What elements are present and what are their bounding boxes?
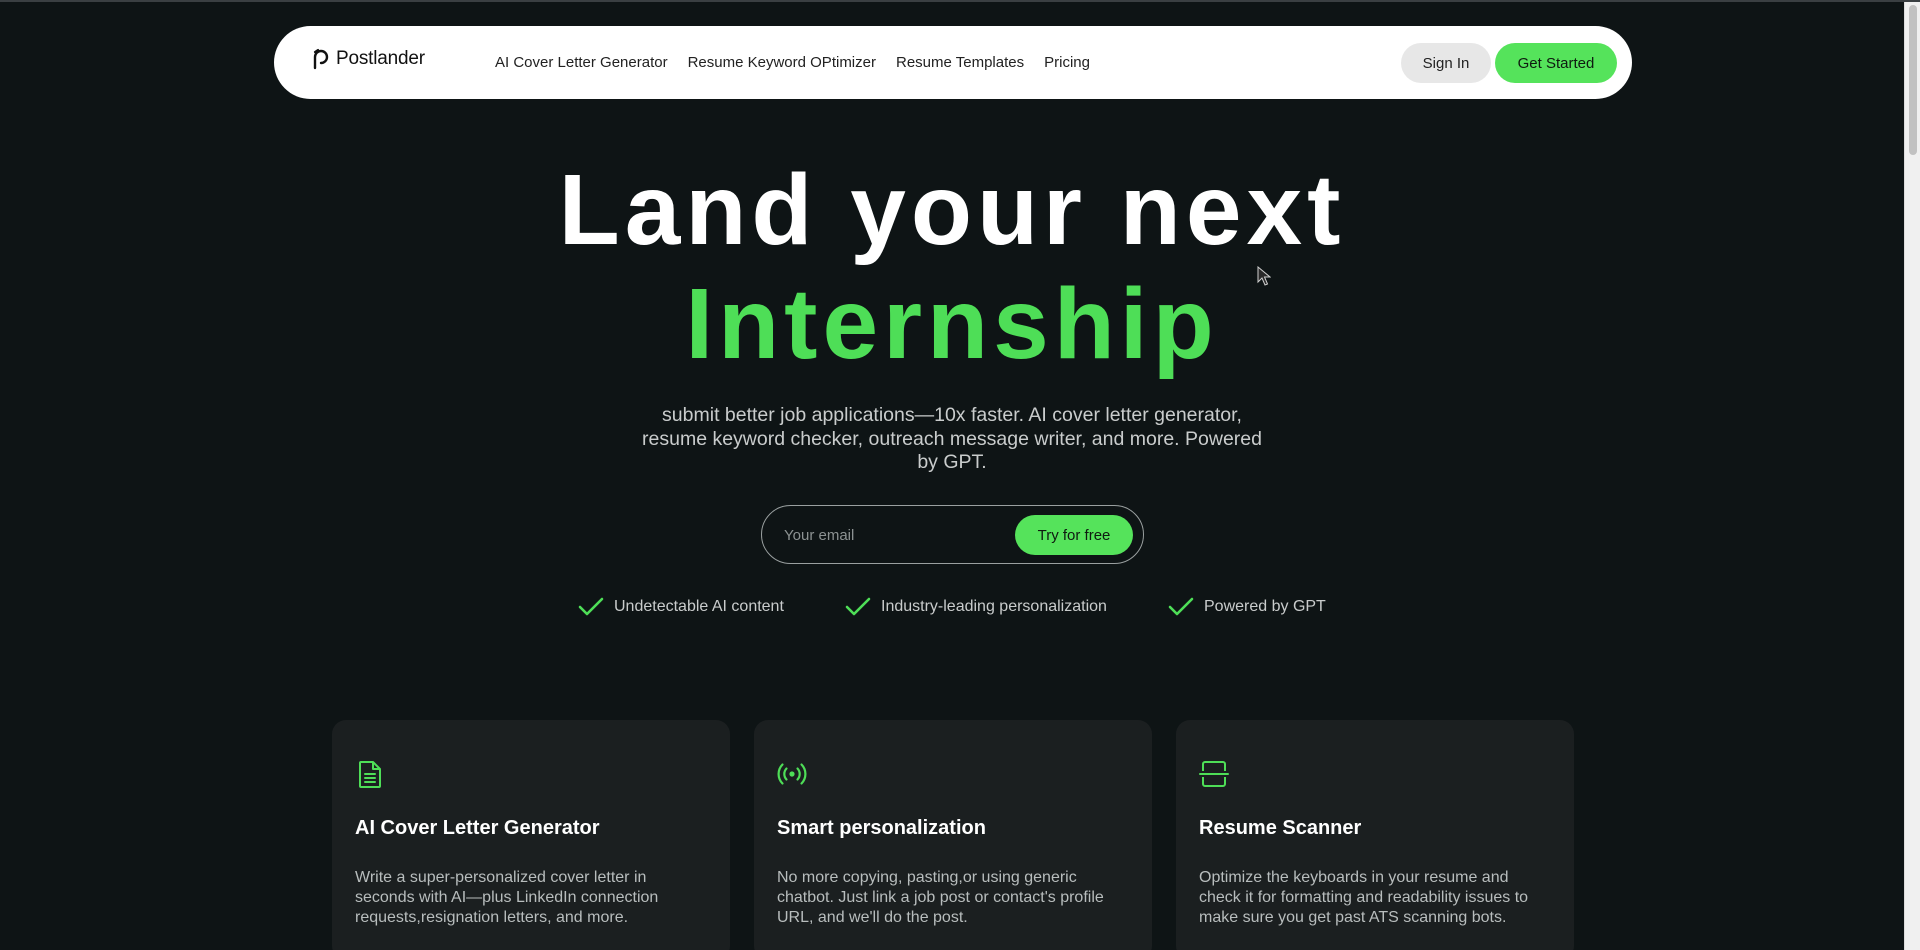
- card-description: Optimize the keyboards in your resume an…: [1199, 869, 1529, 926]
- scrollbar-thumb[interactable]: [1909, 5, 1917, 155]
- try-for-free-button[interactable]: Try for free: [1015, 515, 1133, 555]
- feature-checklist: Undetectable AI content Industry-leading…: [0, 596, 1920, 620]
- card-title: Resume Scanner: [1199, 817, 1362, 839]
- feature-label: Powered by GPT: [1204, 598, 1326, 615]
- sign-in-button[interactable]: Sign In: [1401, 43, 1491, 83]
- feature-label: Industry-leading personalization: [881, 598, 1107, 615]
- card-title: AI Cover Letter Generator: [355, 817, 600, 839]
- email-signup-form: Try for free: [761, 505, 1144, 564]
- nav-link-cover-letter[interactable]: AI Cover Letter Generator: [495, 54, 668, 71]
- broadcast-icon: [777, 763, 807, 785]
- hero-heading-line2: Internship: [685, 268, 1219, 380]
- hero-subtitle: submit better job applications—10x faste…: [642, 404, 1262, 473]
- card-title: Smart personalization: [777, 817, 986, 839]
- hero-heading-line1: Land your next: [558, 154, 1346, 266]
- window-top-border: [0, 0, 1920, 2]
- feature-card-resume-scanner: Resume Scanner Optimize the keyboards in…: [1176, 720, 1574, 950]
- check-icon: [1168, 597, 1194, 616]
- feature-card-cover-letter: AI Cover Letter Generator Write a super-…: [332, 720, 730, 950]
- card-description: Write a super-personalized cover letter …: [355, 869, 659, 926]
- nav-link-resume-templates[interactable]: Resume Templates: [896, 54, 1024, 71]
- check-icon: [845, 597, 871, 616]
- feature-label: Undetectable AI content: [614, 598, 784, 615]
- nav-links: AI Cover Letter Generator Resume Keyword…: [495, 26, 1090, 99]
- feature-card-personalization: Smart personalization No more copying, p…: [754, 720, 1152, 950]
- feature-item: Undetectable AI content: [578, 596, 784, 618]
- postlander-logo-icon: [313, 48, 329, 70]
- brand-name: Postlander: [336, 48, 425, 69]
- email-input[interactable]: [784, 522, 994, 548]
- feature-item: Powered by GPT: [1168, 596, 1326, 618]
- scanner-icon: [1199, 761, 1229, 787]
- brand-logo[interactable]: Postlander: [312, 48, 425, 70]
- nav-link-keyword-optimizer[interactable]: Resume Keyword OPtimizer: [688, 54, 876, 71]
- nav-link-pricing[interactable]: Pricing: [1044, 54, 1090, 71]
- feature-item: Industry-leading personalization: [845, 596, 1107, 618]
- document-icon: [359, 761, 381, 788]
- get-started-button[interactable]: Get Started: [1495, 43, 1617, 83]
- mouse-cursor-icon: [1257, 266, 1271, 286]
- page-scrollbar[interactable]: [1904, 2, 1920, 950]
- navbar: Postlander AI Cover Letter Generator Res…: [274, 26, 1632, 99]
- card-description: No more copying, pasting,or using generi…: [777, 869, 1104, 926]
- check-icon: [578, 597, 604, 616]
